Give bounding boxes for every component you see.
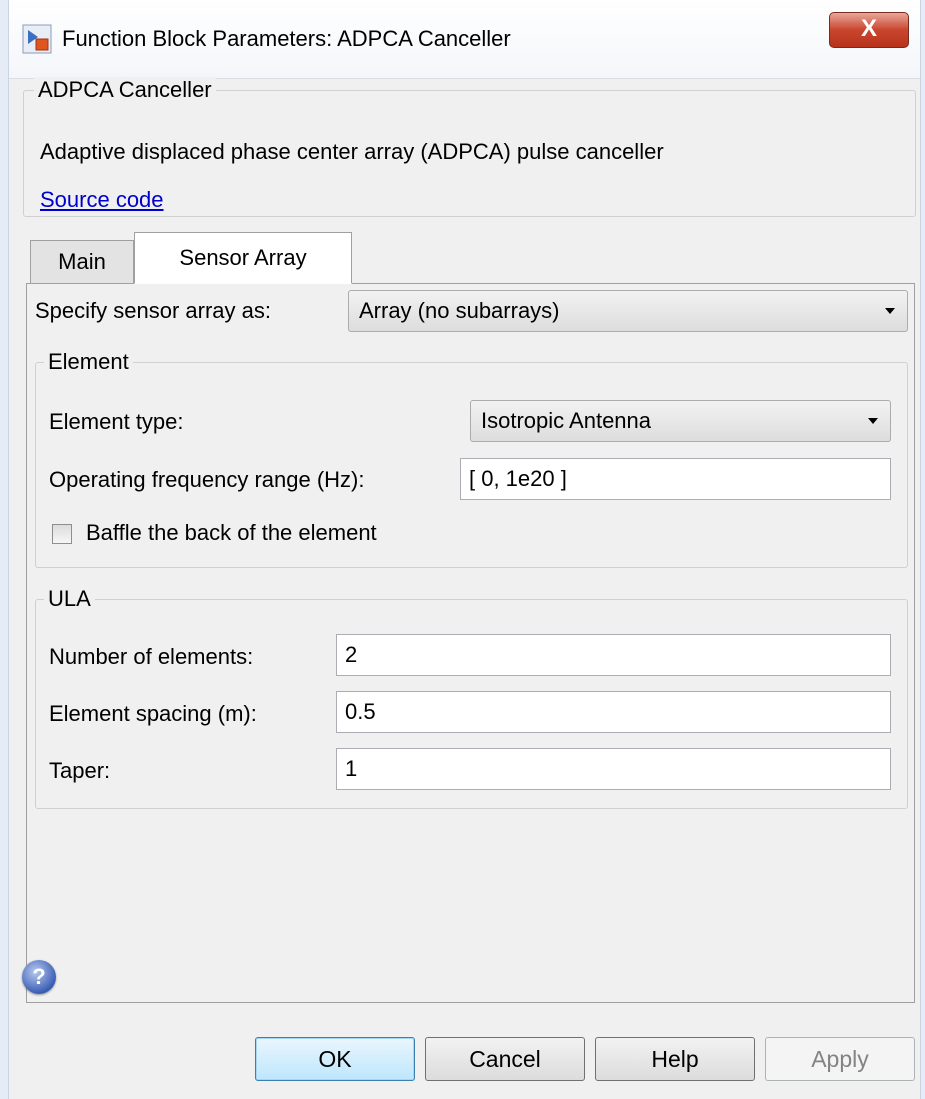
block-description: Adaptive displaced phase center array (A…	[40, 139, 664, 164]
close-icon: X	[860, 15, 877, 42]
apply-button[interactable]: Apply	[765, 1037, 915, 1081]
tab-main[interactable]: Main	[30, 240, 134, 283]
cancel-button[interactable]: Cancel	[425, 1037, 585, 1081]
help-button-label: Help	[651, 1046, 699, 1072]
specify-sensor-array-label: Specify sensor array as:	[35, 298, 271, 323]
question-mark-glyph: ?	[32, 964, 46, 989]
tab-sensor-array-label: Sensor Array	[179, 245, 307, 270]
baffle-checkbox[interactable]	[52, 524, 72, 544]
ula-group-label: ULA	[44, 586, 95, 612]
window-frame-left	[0, 0, 9, 1099]
sensor-array-panel: Specify sensor array as: Array (no subar…	[26, 283, 915, 1003]
sensor-array-type-value: Array (no subarrays)	[359, 298, 560, 323]
dialog-window: Function Block Parameters: ADPCA Cancell…	[0, 0, 925, 1099]
operating-frequency-input[interactable]: [ 0, 1e20 ]	[460, 458, 891, 500]
chevron-down-icon	[868, 418, 878, 424]
help-button[interactable]: Help	[595, 1037, 755, 1081]
operating-frequency-label: Operating frequency range (Hz):	[49, 467, 365, 492]
element-group: Element Element type: Isotropic Antenna …	[35, 349, 908, 568]
ok-button-label: OK	[318, 1046, 352, 1072]
simulink-block-icon	[22, 24, 52, 54]
ula-group: ULA Number of elements: 2 Element spacin…	[35, 586, 908, 809]
tab-main-label: Main	[58, 249, 106, 274]
cancel-button-label: Cancel	[469, 1046, 541, 1072]
question-mark-icon[interactable]: ?	[22, 960, 56, 994]
number-of-elements-value: 2	[345, 642, 358, 667]
element-type-dropdown[interactable]: Isotropic Antenna	[470, 400, 891, 442]
source-code-link[interactable]: Source code	[40, 187, 164, 213]
dialog-content: ADPCA Canceller Adaptive displaced phase…	[10, 77, 918, 1090]
taper-label: Taper:	[49, 758, 111, 783]
sensor-array-type-dropdown[interactable]: Array (no subarrays)	[348, 290, 908, 332]
number-of-elements-input[interactable]: 2	[336, 634, 891, 676]
number-of-elements-label: Number of elements:	[49, 644, 254, 669]
taper-input[interactable]: 1	[336, 748, 891, 790]
element-group-label: Element	[44, 349, 133, 375]
baffle-label: Baffle the back of the element	[86, 520, 377, 545]
apply-button-label: Apply	[811, 1046, 869, 1072]
description-group: ADPCA Canceller Adaptive displaced phase…	[23, 77, 916, 217]
element-type-value: Isotropic Antenna	[481, 408, 652, 433]
element-spacing-value: 0.5	[345, 699, 376, 724]
chevron-down-icon	[885, 308, 895, 314]
element-type-label: Element type:	[49, 409, 184, 434]
description-group-label: ADPCA Canceller	[34, 77, 216, 103]
element-spacing-input[interactable]: 0.5	[336, 691, 891, 733]
window-title: Function Block Parameters: ADPCA Cancell…	[62, 26, 511, 51]
taper-value: 1	[345, 756, 358, 781]
close-button[interactable]: X	[829, 12, 909, 48]
window-frame-right	[920, 0, 925, 1099]
ok-button[interactable]: OK	[255, 1037, 415, 1081]
element-spacing-label: Element spacing (m):	[49, 701, 257, 726]
title-bar: Function Block Parameters: ADPCA Cancell…	[0, 0, 925, 79]
tab-sensor-array[interactable]: Sensor Array	[134, 232, 352, 284]
operating-frequency-value: [ 0, 1e20 ]	[469, 466, 567, 491]
